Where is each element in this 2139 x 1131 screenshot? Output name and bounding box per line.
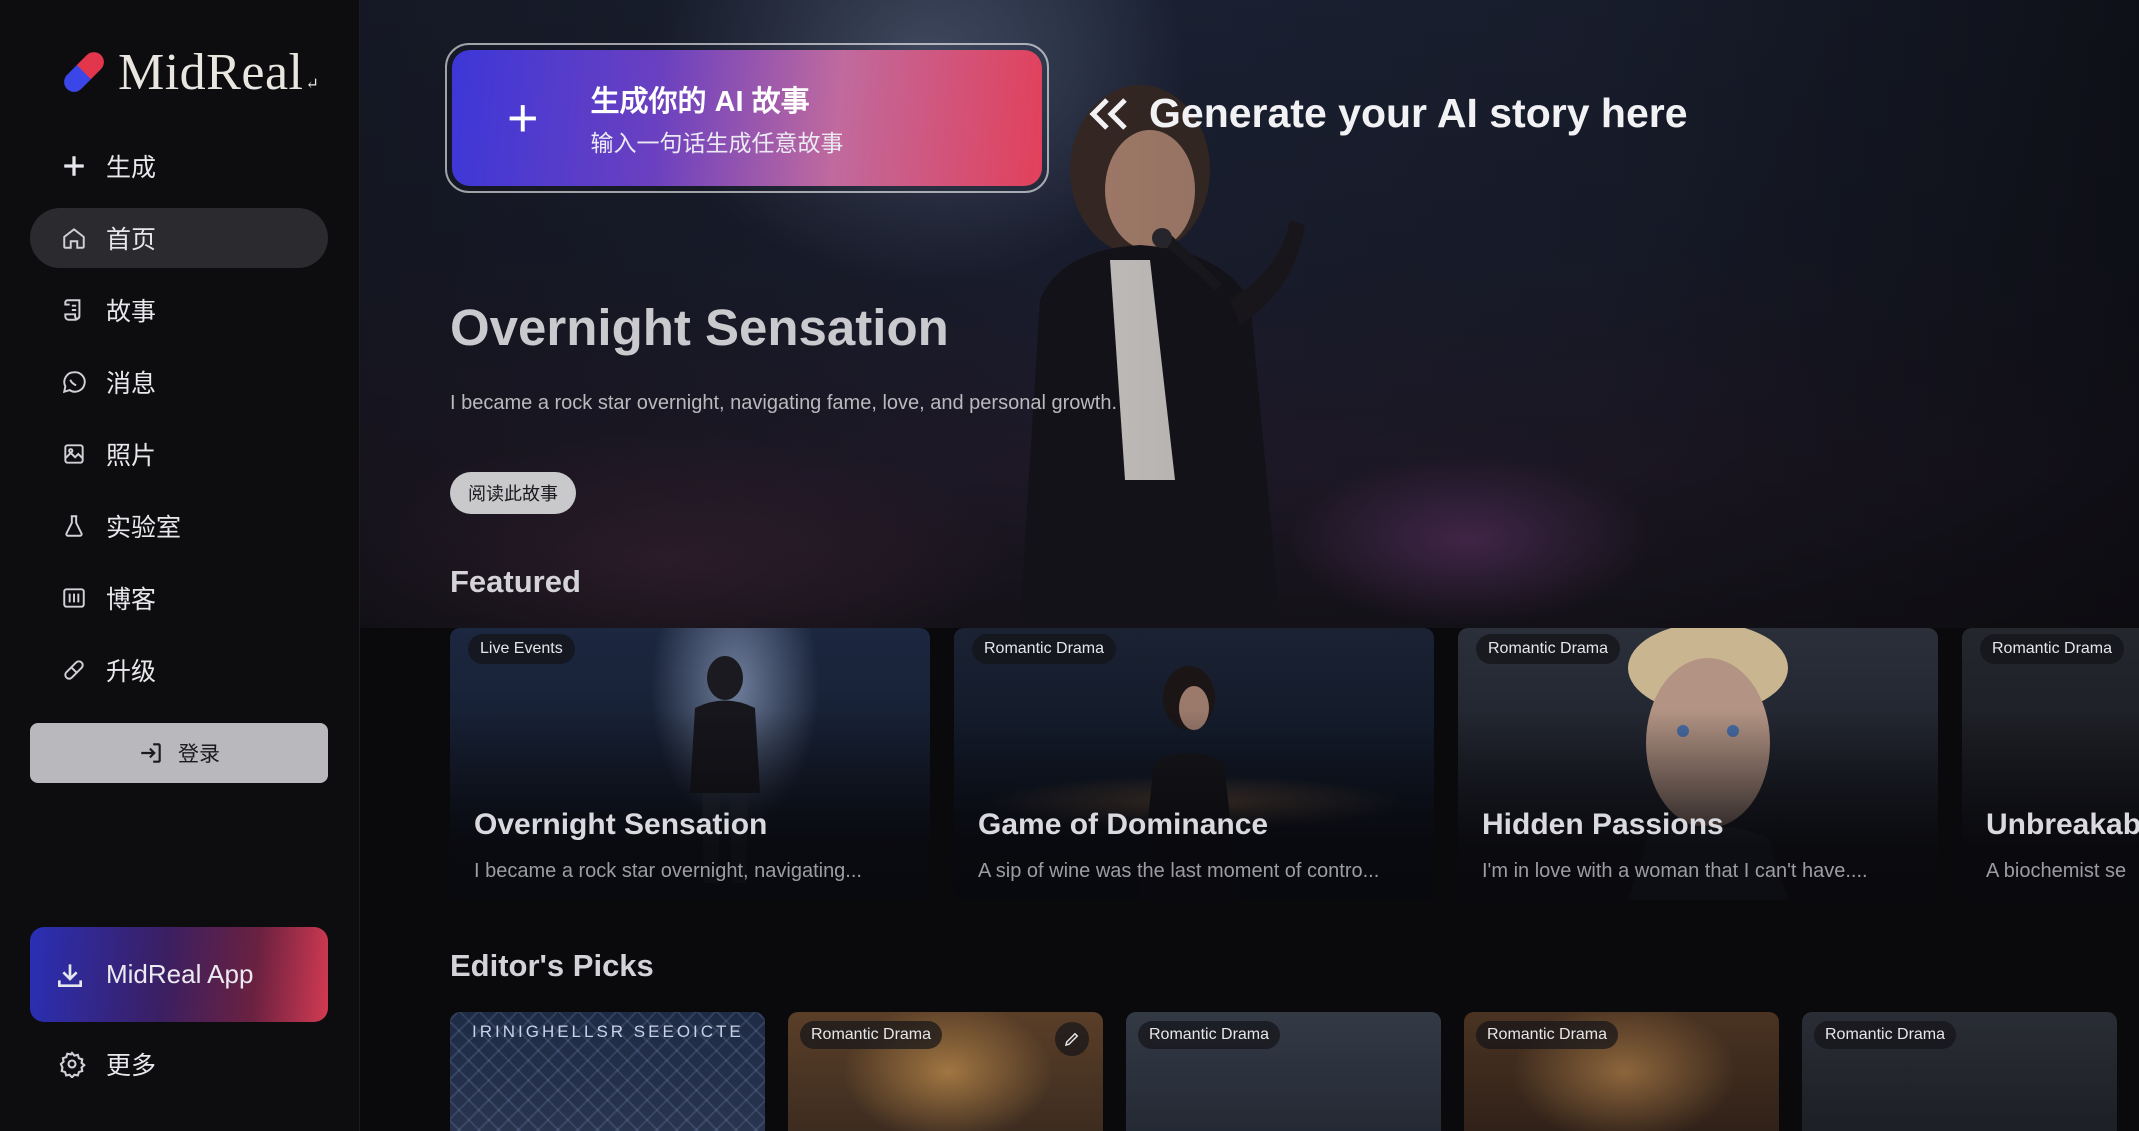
sidebar-item-blog[interactable]: 博客 (30, 568, 328, 628)
generate-hint-text: Generate your AI story here (1149, 90, 1688, 136)
sidebar-item-label: 博客 (106, 586, 157, 614)
sidebar-item-label: 实验室 (106, 514, 182, 542)
sidebar-item-label: 消息 (106, 370, 157, 398)
story-card[interactable]: Romantic Drama (1126, 1012, 1441, 1131)
sidebar-item-stories[interactable]: 故事 (30, 280, 328, 340)
genre-badge: Romantic Drama (1476, 634, 1621, 664)
sidebar: MidReal ↵ 生成 首页 故事 消息 照片 实验室 博客 升级 登录 Mi… (0, 0, 360, 1131)
sidebar-item-home[interactable]: 首页 (30, 208, 328, 268)
double-chevron-left-icon (1089, 97, 1127, 130)
chat-icon (60, 368, 88, 396)
login-icon (141, 743, 161, 763)
card-title: Game of Dominance (978, 808, 1269, 841)
story-card[interactable]: Romantic Drama Hidden Passions I'm in lo… (1458, 628, 1938, 900)
sidebar-item-label: 故事 (106, 298, 157, 326)
plus-icon (60, 152, 88, 180)
sidebar-nav: 生成 首页 故事 消息 照片 实验室 博客 升级 (30, 136, 328, 712)
genre-badge: Romantic Drama (1138, 1021, 1281, 1049)
login-label: 登录 (178, 743, 220, 766)
photo-icon (60, 440, 88, 468)
genre-badge: Romantic Drama (1980, 634, 2125, 664)
card-description: A biochemist se (1986, 860, 2127, 882)
card-description: I'm in love with a woman that I can't ha… (1482, 860, 1868, 882)
cover-title-text: IRINIGHELLSR SEEOICTE (472, 1022, 744, 1041)
card-description: A sip of wine was the last moment of con… (978, 860, 1380, 882)
story-card[interactable]: Romantic Drama (788, 1012, 1103, 1131)
generate-title: 生成你的 AI 故事 (590, 86, 810, 118)
genre-badge: Romantic Drama (1814, 1021, 1957, 1049)
featured-heading: Featured (450, 564, 581, 599)
sidebar-item-messages[interactable]: 消息 (30, 352, 328, 412)
generate-subtitle: 输入一句话生成任意故事 (590, 130, 844, 156)
sidebar-item-generate[interactable]: 生成 (30, 136, 328, 196)
download-icon (58, 963, 82, 987)
brand-name: MidReal (118, 43, 304, 101)
card-title: Hidden Passions (1482, 808, 1724, 841)
sidebar-item-lab[interactable]: 实验室 (30, 496, 328, 556)
editors-picks-carousel: IRINIGHELLSR SEEOICTE Romantic Drama Rom… (450, 1012, 2117, 1131)
sidebar-item-label: 照片 (106, 442, 157, 470)
story-card[interactable]: Romantic Drama Unbreakable A biochemist … (1962, 628, 2139, 900)
more-label: 更多 (106, 1052, 157, 1080)
main-content: + 生成你的 AI 故事 输入一句话生成任意故事 Generate your A… (360, 0, 2139, 1131)
sidebar-item-photos[interactable]: 照片 (30, 424, 328, 484)
pill-logo-icon (58, 47, 109, 97)
genre-badge: Romantic Drama (800, 1021, 943, 1049)
login-button[interactable]: 登录 (30, 723, 328, 783)
midreal-logo[interactable]: MidReal ↵ (58, 40, 319, 104)
genre-badge: Live Events (468, 634, 575, 664)
brand-suffix: ↵ (305, 75, 320, 93)
generate-story-button[interactable]: + 生成你的 AI 故事 输入一句话生成任意故事 (445, 43, 1049, 193)
app-label: MidReal App (106, 959, 254, 989)
story-card[interactable]: Romantic Drama Game of Dominance A sip o… (954, 628, 1434, 900)
genre-badge: Romantic Drama (972, 634, 1117, 664)
story-card[interactable]: Romantic Drama (1802, 1012, 2117, 1131)
story-card[interactable]: Romantic Drama (1464, 1012, 1779, 1131)
story-card[interactable]: Live Events Overnight Sensation I became… (450, 628, 930, 900)
sidebar-item-upgrade[interactable]: 升级 (30, 640, 328, 700)
genre-badge: Romantic Drama (1476, 1021, 1619, 1049)
more-menu[interactable]: 更多 (30, 1034, 328, 1094)
card-title: Overnight Sensation (474, 808, 768, 841)
hero-banner: + 生成你的 AI 故事 输入一句话生成任意故事 Generate your A… (360, 0, 2139, 628)
plus-icon: + (507, 88, 539, 148)
generate-hint: Generate your AI story here (1085, 90, 1688, 137)
sidebar-item-label: 生成 (106, 154, 157, 182)
read-story-button[interactable]: 阅读此故事 (450, 472, 576, 514)
card-title: Unbreakable (1986, 808, 2139, 841)
card-description: I became a rock star overnight, navigati… (474, 860, 862, 882)
featured-carousel: Live Events Overnight Sensation I became… (450, 628, 2139, 900)
blog-icon (60, 584, 88, 612)
story-card[interactable]: IRINIGHELLSR SEEOICTE (450, 1012, 765, 1131)
home-icon (60, 224, 88, 252)
gear-icon (59, 1051, 86, 1078)
download-app-button[interactable]: MidReal App (30, 927, 328, 1022)
edit-icon[interactable] (1055, 1022, 1089, 1056)
sidebar-item-label: 升级 (106, 658, 157, 686)
sidebar-item-label: 首页 (106, 226, 157, 254)
hero-title: Overnight Sensation (450, 299, 949, 356)
editors-picks-heading: Editor's Picks (450, 948, 654, 983)
scroll-icon (60, 296, 88, 324)
hero-description: I became a rock star overnight, navigati… (450, 392, 1118, 414)
flask-icon (60, 512, 88, 540)
pill-icon (60, 656, 88, 684)
